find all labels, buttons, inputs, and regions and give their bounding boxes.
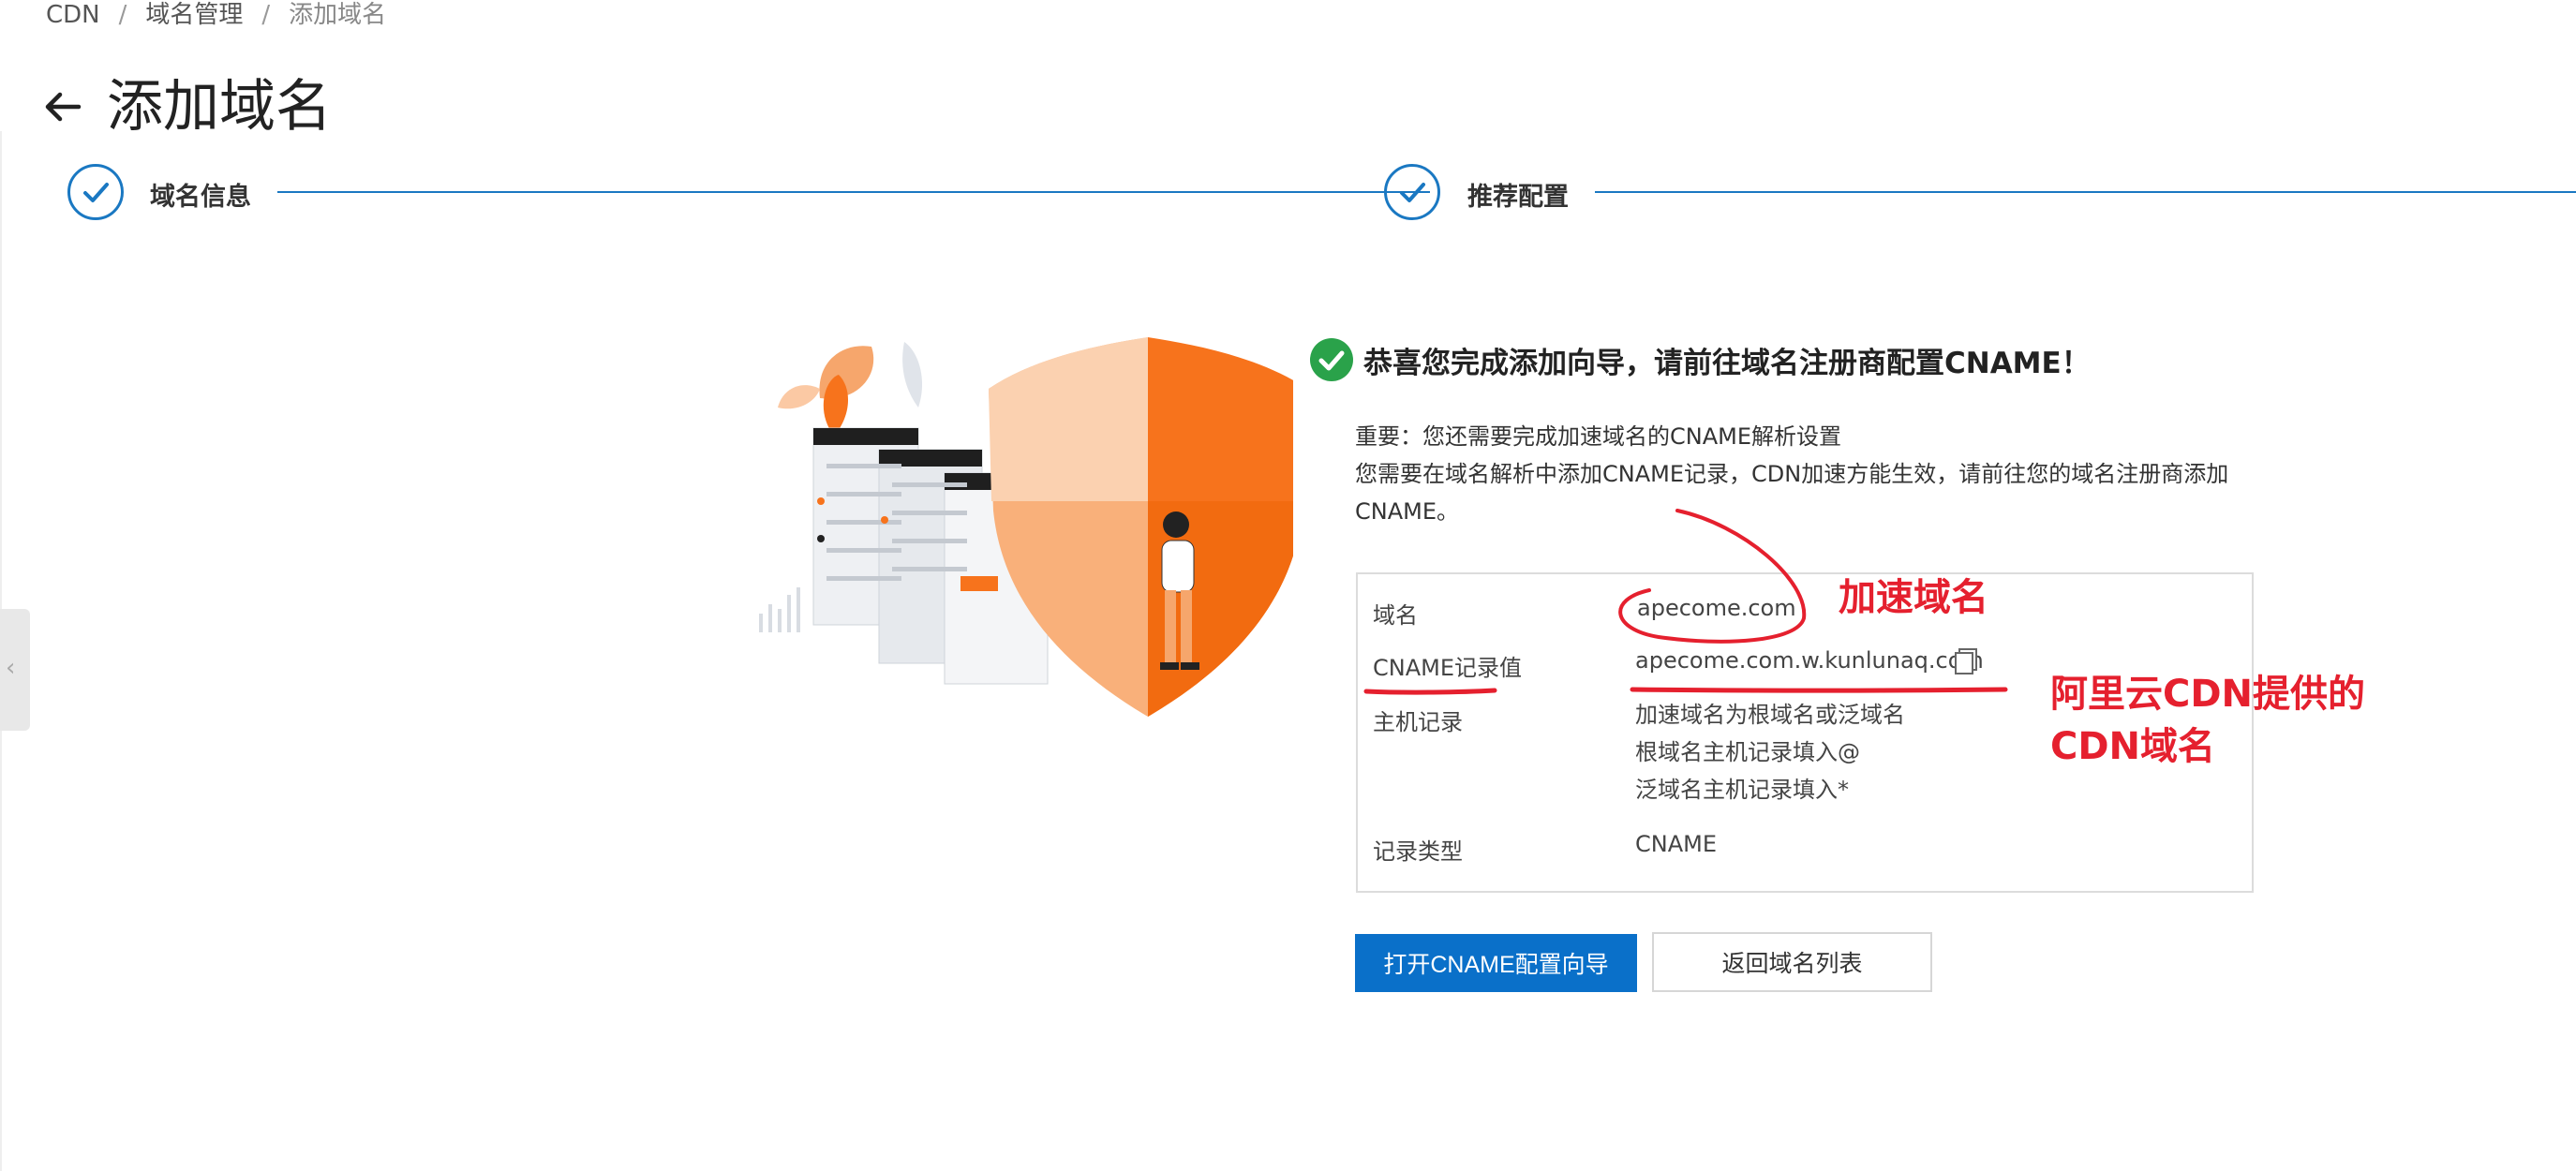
success-title: 恭喜您完成添加向导，请前往域名注册商配置CNAME！ xyxy=(1363,346,2091,380)
host-label: 主机记录 xyxy=(1373,709,1463,735)
step-1-check-icon xyxy=(67,164,124,220)
open-cname-wizard-button[interactable]: 打开CNAME配置向导 xyxy=(1355,934,1637,992)
page-title: 添加域名 xyxy=(107,74,332,140)
step-1-label: 域名信息 xyxy=(150,183,251,212)
success-check-icon xyxy=(1310,338,1353,381)
type-label: 记录类型 xyxy=(1373,838,1463,865)
annotation-accel-domain: 加速域名 xyxy=(1839,576,1988,619)
description: 重要：您还需要完成加速域名的CNAME解析设置 您需要在域名解析中添加CNAME… xyxy=(1355,418,2255,530)
sidebar-collapse-toggle[interactable]: ‹ xyxy=(0,609,30,731)
domain-label: 域名 xyxy=(1373,602,1418,629)
host-line: 根域名主机记录填入@ xyxy=(1635,739,1860,765)
type-value: CNAME xyxy=(1635,831,1717,857)
cname-label: CNAME记录值 xyxy=(1373,655,1522,681)
step-2-label: 推荐配置 xyxy=(1467,183,1569,212)
success-heading: 恭喜您完成添加向导，请前往域名注册商配置CNAME！ xyxy=(1309,337,2091,382)
breadcrumb-separator: / xyxy=(261,1,271,29)
domain-value: apecome.com xyxy=(1637,595,1796,621)
breadcrumb-separator: / xyxy=(118,1,127,29)
breadcrumb: CDN / 域名管理 / 添加域名 xyxy=(46,0,386,30)
cname-value: apecome.com.w.kunlunaq.com xyxy=(1635,647,1984,674)
step-progress: 域名信息 推荐配置 xyxy=(67,161,2576,223)
description-line: 您需要在域名解析中添加CNAME记录，CDN加速方能生效，请前往您的域名注册商添… xyxy=(1355,461,2229,487)
chevron-left-icon: ‹ xyxy=(6,654,16,682)
step-2-check-icon xyxy=(1384,164,1440,220)
description-line: 重要：您还需要完成加速域名的CNAME解析设置 xyxy=(1355,423,1841,450)
annotation-cdn-domain: 阿里云CDN提供的 CDN域名 xyxy=(2050,668,2365,773)
description-line: CNAME。 xyxy=(1355,498,1459,525)
step-connector xyxy=(1595,191,2576,193)
annotation-line: CDN域名 xyxy=(2050,725,2216,768)
host-line: 加速域名为根域名或泛域名 xyxy=(1635,702,1905,728)
host-value: 加速域名为根域名或泛域名 根域名主机记录填入@ 泛域名主机记录填入* xyxy=(1635,696,1905,808)
step-connector xyxy=(277,191,1430,193)
host-line: 泛域名主机记录填入* xyxy=(1635,777,1849,803)
annotation-line: 阿里云CDN提供的 xyxy=(2050,673,2366,716)
breadcrumb-cdn[interactable]: CDN xyxy=(46,0,100,30)
breadcrumb-domain-management[interactable]: 域名管理 xyxy=(145,0,243,30)
back-to-domain-list-button[interactable]: 返回域名列表 xyxy=(1652,932,1932,992)
breadcrumb-current: 添加域名 xyxy=(289,1,387,29)
page-header: 添加域名 xyxy=(41,69,332,144)
back-arrow-icon[interactable] xyxy=(41,84,86,129)
copy-icon[interactable] xyxy=(1954,647,1978,675)
shield-illustration xyxy=(759,337,1293,717)
